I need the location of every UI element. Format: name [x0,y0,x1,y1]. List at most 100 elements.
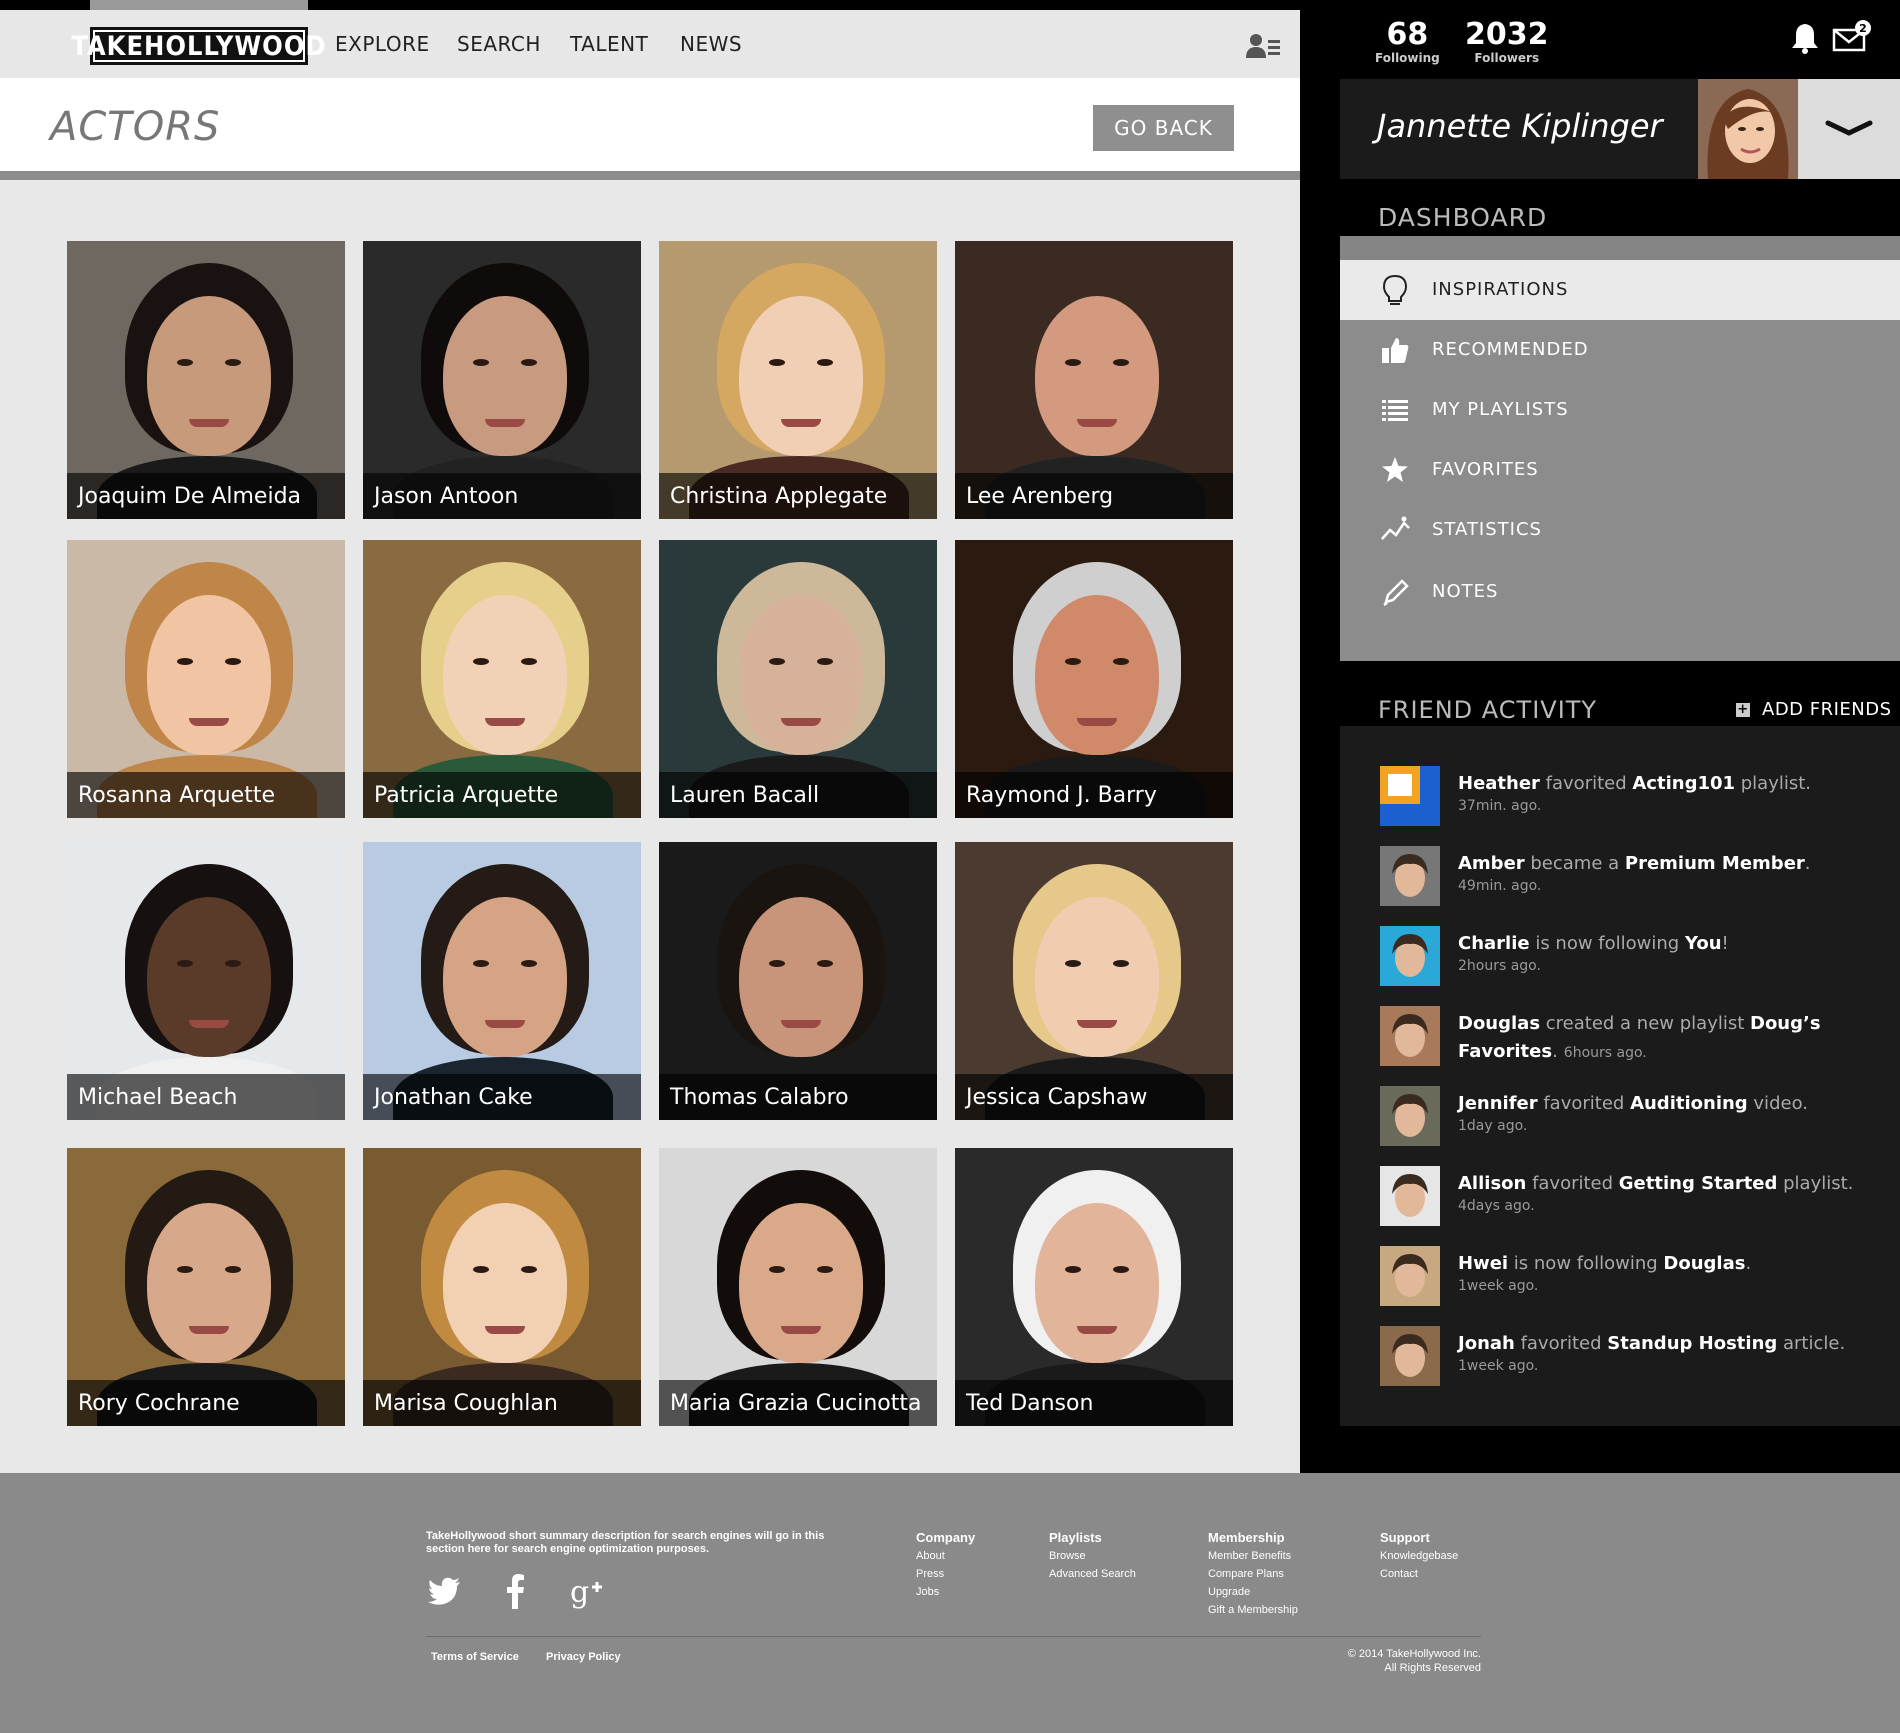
friend-name[interactable]: Jennifer [1458,1093,1538,1114]
friend-avatar[interactable] [1380,1246,1440,1306]
activity-object[interactable]: Standup Hosting [1607,1333,1777,1354]
activity-item[interactable]: Douglas created a new playlist Doug’s Fa… [1380,1006,1880,1068]
actor-card[interactable]: Jason Antoon [363,241,641,519]
friend-avatar[interactable] [1380,1326,1440,1386]
friend-name[interactable]: Allison [1458,1173,1526,1194]
followers-stat[interactable]: 2032 Followers [1465,18,1549,65]
footer-link[interactable]: Knowledgebase [1380,1547,1458,1565]
following-label: Following [1375,51,1440,65]
friend-activity-list: Heather favorited Acting101 playlist. 37m… [1340,726,1900,1426]
friend-name[interactable]: Charlie [1458,933,1530,954]
dash-item-notes[interactable]: NOTES [1340,562,1900,622]
friend-avatar[interactable] [1380,766,1440,826]
friend-avatar[interactable] [1380,1166,1440,1226]
friend-name[interactable]: Douglas [1458,1013,1540,1034]
activity-item[interactable]: Jennifer favorited Auditioning video. 1da… [1380,1086,1880,1148]
user-name: Jannette Kiplinger [1377,107,1663,145]
user-avatar[interactable] [1698,79,1798,179]
activity-item[interactable]: Amber became a Premium Member. 49min. ago… [1380,846,1880,908]
actor-card[interactable]: Joaquim De Almeida [67,241,345,519]
go-back-button[interactable]: GO BACK [1093,105,1234,151]
activity-item[interactable]: Charlie is now following You! 2hours ago. [1380,926,1880,988]
actor-card[interactable]: Marisa Coughlan [363,1148,641,1426]
privacy-link[interactable]: Privacy Policy [546,1651,621,1663]
friend-avatar[interactable] [1380,846,1440,906]
footer-link[interactable]: Advanced Search [1049,1565,1136,1583]
actor-card[interactable]: Rosanna Arquette [67,540,345,818]
footer-link[interactable]: Press [916,1565,975,1583]
friend-avatar[interactable] [1380,1086,1440,1146]
activity-object[interactable]: Douglas [1663,1253,1745,1274]
actor-card[interactable]: Rory Cochrane [67,1148,345,1426]
activity-item[interactable]: Heather favorited Acting101 playlist. 37m… [1380,766,1880,828]
actor-card[interactable]: Jessica Capshaw [955,842,1233,1120]
activity-item[interactable]: Jonah favorited Standup Hosting article.… [1380,1326,1880,1388]
activity-text: Amber became a Premium Member. [1458,850,1878,878]
actor-card[interactable]: Maria Grazia Cucinotta [659,1148,937,1426]
dash-item-label: MY PLAYLISTS [1432,399,1569,420]
footer-link[interactable]: Compare Plans [1208,1565,1298,1583]
nav-news[interactable]: NEWS [680,32,742,56]
footer-link[interactable]: Browse [1049,1547,1136,1565]
google-plus-icon[interactable]: g [570,1573,612,1611]
dashboard-heading: DASHBOARD [1378,203,1548,232]
actor-name: Lauren Bacall [670,783,820,808]
friend-avatar[interactable] [1380,1006,1440,1066]
terms-link[interactable]: Terms of Service [431,1651,519,1663]
dash-item-recommended[interactable]: RECOMMENDED [1340,320,1900,380]
actor-card[interactable]: Thomas Calabro [659,842,937,1120]
footer-link[interactable]: Gift a Membership [1208,1601,1298,1619]
friend-name[interactable]: Amber [1458,853,1525,874]
account-menu-toggle[interactable] [1798,79,1900,179]
friend-name[interactable]: Heather [1458,773,1540,794]
activity-item[interactable]: Hwei is now following Douglas. 1week ago. [1380,1246,1880,1308]
actor-card[interactable]: Lee Arenberg [955,241,1233,519]
friend-name[interactable]: Hwei [1458,1253,1508,1274]
add-friends-button[interactable]: + ADD FRIENDS [1736,699,1892,720]
friend-avatar[interactable] [1380,926,1440,986]
facebook-icon[interactable] [497,1573,535,1611]
activity-object[interactable]: Premium Member [1625,853,1805,874]
dash-item-inspirations[interactable]: INSPIRATIONS [1340,260,1900,320]
footer-link[interactable]: Jobs [916,1583,975,1601]
activity-object[interactable]: Acting101 [1632,773,1735,794]
dash-item-statistics[interactable]: STATISTICS [1340,500,1900,560]
activity-time: 6hours ago. [1563,1045,1647,1061]
footer-link[interactable]: Contact [1380,1565,1458,1583]
actor-card[interactable]: Ted Danson [955,1148,1233,1426]
twitter-icon[interactable] [426,1573,464,1611]
nav-talent[interactable]: TALENT [570,32,648,56]
actor-card[interactable]: Jonathan Cake [363,842,641,1120]
following-stat[interactable]: 68 Following [1375,18,1440,65]
mail-icon[interactable]: 2 [1832,18,1872,54]
footer-description: TakeHollywood short summary description … [426,1530,825,1555]
takehollywood-logo[interactable]: TAKEHOLLYWOOD [71,27,326,65]
dash-item-label: STATISTICS [1432,519,1542,540]
footer-link[interactable]: About [916,1547,975,1565]
actor-card[interactable]: Michael Beach [67,842,345,1120]
activity-tail: playlist. [1735,773,1812,794]
activity-object[interactable]: Auditioning [1630,1093,1748,1114]
mail-badge: 2 [1859,22,1867,35]
activity-object[interactable]: Getting Started [1619,1173,1778,1194]
actor-name: Joaquim De Almeida [78,484,302,509]
activity-object[interactable]: You [1685,933,1722,954]
friend-name[interactable]: Jonah [1458,1333,1515,1354]
actor-card[interactable]: Raymond J. Barry [955,540,1233,818]
footer-link[interactable]: Upgrade [1208,1583,1298,1601]
nav-explore[interactable]: EXPLORE [335,32,430,56]
actor-card[interactable]: Christina Applegate [659,241,937,519]
footer: TakeHollywood short summary description … [0,1473,1900,1733]
dash-item-favorites[interactable]: FAVORITES [1340,440,1900,500]
pencil-icon [1383,579,1409,607]
actor-card[interactable]: Lauren Bacall [659,540,937,818]
dash-item-my-playlists[interactable]: MY PLAYLISTS [1340,380,1900,440]
nav-search[interactable]: SEARCH [457,32,541,56]
actor-card[interactable]: Patricia Arquette [363,540,641,818]
bell-icon[interactable] [1790,22,1820,54]
profile-list-icon[interactable] [1246,32,1280,60]
activity-item[interactable]: Allison favorited Getting Started playli… [1380,1166,1880,1228]
star-icon [1382,457,1408,482]
footer-link[interactable]: Member Benefits [1208,1547,1298,1565]
activity-tail: playlist. [1777,1173,1854,1194]
